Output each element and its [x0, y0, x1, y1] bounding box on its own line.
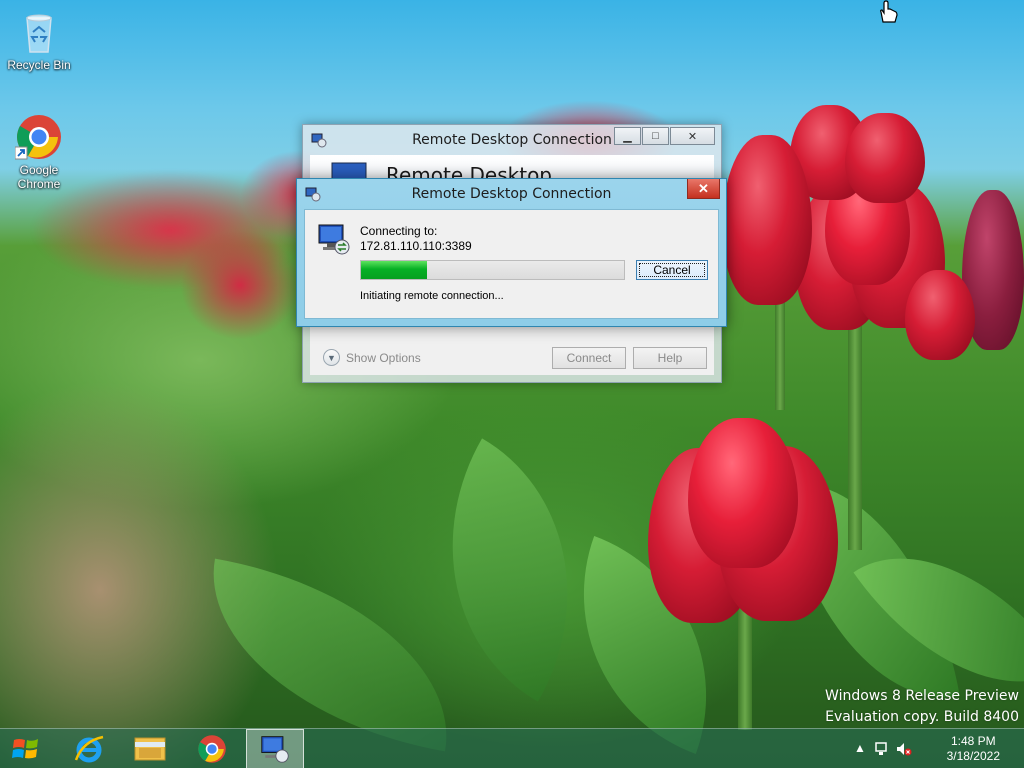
taskbar-remote-desktop[interactable]	[246, 729, 304, 768]
watermark-line-2: Evaluation copy. Build 8400	[825, 709, 1019, 725]
clock[interactable]: 1:48 PM 3/18/2022	[947, 734, 1000, 764]
show-options-label: Show Options	[346, 350, 421, 365]
tray-show-hidden-icon[interactable]: ▲	[854, 741, 870, 757]
connection-progress-bar	[360, 260, 625, 280]
connection-status: Initiating remote connection...	[360, 290, 504, 302]
maximize-button[interactable]: □	[642, 127, 669, 145]
windows-logo-icon	[12, 739, 38, 759]
connecting-label: Connecting to:	[360, 224, 438, 238]
rdc-connecting-dialog: Remote Desktop Connection ✕ Connecting t…	[296, 178, 727, 327]
close-icon: ✕	[687, 130, 698, 143]
chevron-down-icon: ▼	[323, 349, 340, 366]
start-button[interactable]	[0, 729, 52, 768]
progress-fill	[361, 261, 427, 279]
remote-desktop-icon	[261, 736, 289, 763]
chrome-icon	[198, 735, 226, 763]
chrome-label: Google Chrome	[17, 163, 61, 191]
connection-address: 172.81.110.110:3389	[360, 239, 472, 253]
watermark-line-1: Windows 8 Release Preview	[825, 688, 1019, 704]
cancel-button[interactable]: Cancel	[636, 260, 708, 280]
remote-computer-icon	[318, 224, 350, 255]
desktop-icon-google-chrome[interactable]: Google Chrome	[1, 113, 77, 191]
system-tray: ▲ 1:48 PM 3/18/2022	[854, 729, 1024, 768]
help-button[interactable]: Help	[633, 347, 707, 369]
desktop-wallpaper	[0, 0, 1024, 768]
recycle-bin-label: Recycle Bin	[7, 58, 71, 72]
folder-icon	[134, 737, 166, 761]
taskbar: ▲ 1:48 PM 3/18/2022	[0, 728, 1024, 768]
maximize-icon: □	[652, 130, 659, 142]
taskbar-file-explorer[interactable]	[121, 729, 179, 768]
rdc-main-titlebar[interactable]: Remote Desktop Connection ▁ □ ✕	[303, 125, 721, 155]
internet-explorer-icon	[74, 735, 104, 763]
close-button[interactable]: ✕	[687, 179, 720, 199]
show-options-toggle[interactable]: ▼ Show Options	[323, 349, 421, 366]
os-watermark: Windows 8 Release Preview Evaluation cop…	[825, 686, 1019, 728]
hand-cursor-icon	[880, 0, 898, 23]
close-button-back[interactable]: ✕	[670, 127, 715, 145]
desktop-icon-recycle-bin[interactable]: Recycle Bin	[1, 8, 77, 72]
rdc-dialog-title: Remote Desktop Connection	[411, 186, 612, 202]
close-icon: ✕	[698, 180, 709, 196]
network-icon[interactable]	[874, 741, 890, 757]
taskbar-google-chrome[interactable]	[183, 729, 241, 768]
minimize-button[interactable]: ▁	[614, 127, 641, 145]
minimize-icon: ▁	[623, 130, 632, 143]
clock-time: 1:48 PM	[950, 734, 996, 748]
rdc-dialog-client: Connecting to: 172.81.110.110:3389 Cance…	[304, 209, 719, 319]
chrome-icon	[14, 113, 63, 161]
connect-button[interactable]: Connect	[552, 347, 626, 369]
recycle-bin-icon	[15, 8, 63, 56]
clock-date: 3/18/2022	[946, 749, 1000, 763]
taskbar-internet-explorer[interactable]	[60, 729, 118, 768]
volume-muted-icon[interactable]	[896, 741, 912, 757]
